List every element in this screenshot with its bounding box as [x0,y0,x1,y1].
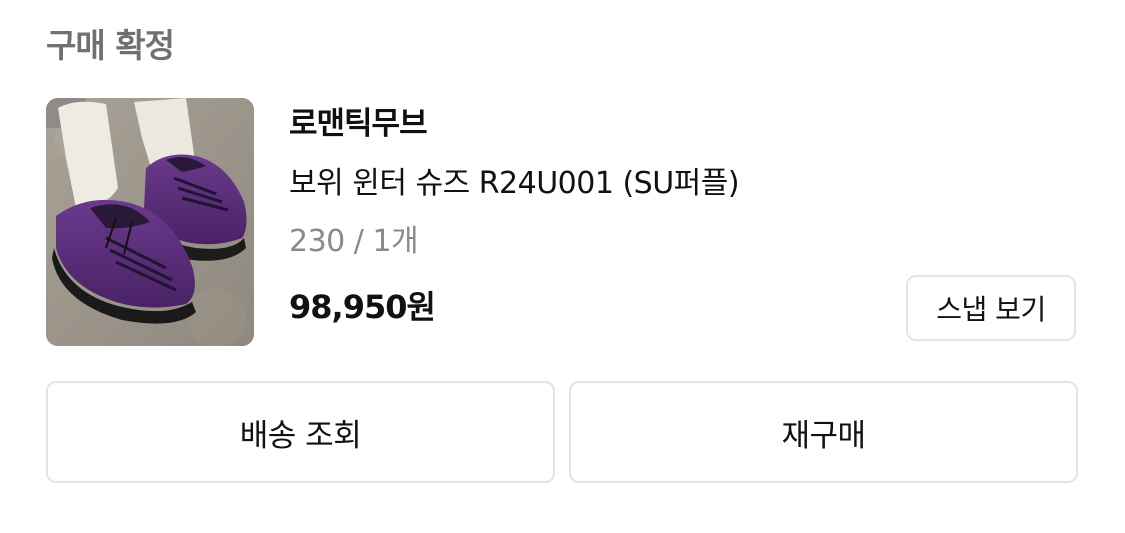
view-snap-button[interactable]: 스냅 보기 [906,275,1076,341]
shoe-photo-icon [46,98,254,346]
product-option: 230 / 1개 [289,224,419,259]
order-status-title: 구매 확정 [46,26,175,65]
product-image[interactable] [46,98,254,346]
product-price: 98,950원 [289,288,436,326]
rebuy-button[interactable]: 재구매 [569,381,1078,483]
brand-name[interactable]: 로맨틱무브 [289,104,428,144]
product-name[interactable]: 보위 윈터 슈즈 R24U001 (SU퍼플) [289,164,740,204]
track-delivery-button[interactable]: 배송 조회 [46,381,555,483]
